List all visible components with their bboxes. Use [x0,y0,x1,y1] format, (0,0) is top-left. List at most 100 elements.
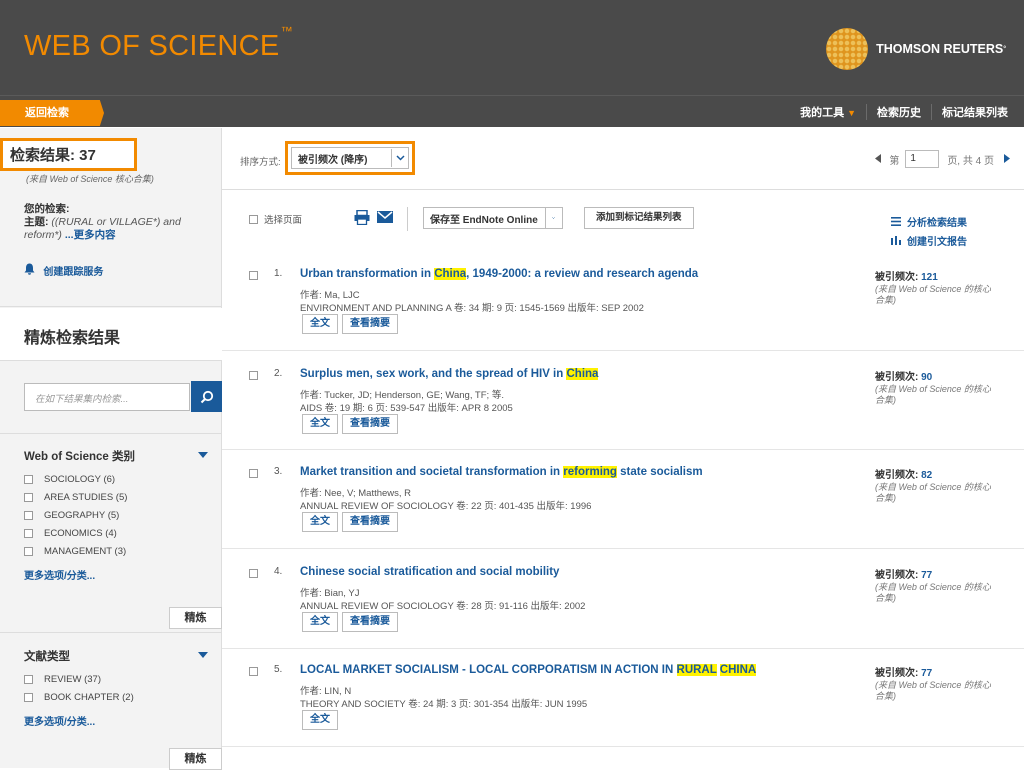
title-text: LOCAL MARKET SOCIALISM - LOCAL CORPORATI… [300,664,677,676]
full-text-button[interactable]: 全文 [302,314,338,334]
search-history-link[interactable]: 检索历史 [866,104,931,120]
logo-tm: ™ [280,24,293,39]
next-page-icon[interactable] [1004,153,1010,165]
result-record: 3. Market transition and societal transf… [222,466,1024,546]
title-text: Market transition and societal transform… [300,466,564,478]
record-authors: 作者: LIN, N [300,686,352,697]
checkbox[interactable] [24,475,33,484]
back-to-search-button[interactable]: 返回检索 [0,100,104,126]
wos-logo[interactable]: WEB OF SCIENCE™ [24,24,293,63]
checkbox[interactable] [24,675,33,684]
pagination: 第 1 页, 共 4 页 [875,150,1010,168]
more-content-link[interactable]: ...更多内容 [65,229,116,241]
collapse-triangle-icon[interactable] [198,652,208,658]
prev-page-icon[interactable] [875,153,882,165]
more-options-link[interactable]: 更多选项/分类... [24,713,198,728]
cited-count-link[interactable]: 77 [921,668,932,679]
refine-search-button[interactable] [191,381,222,412]
select-page[interactable]: 选择页面 [249,212,302,226]
print-icon[interactable] [354,209,370,229]
cited-count-link[interactable]: 77 [921,570,932,581]
email-icon[interactable] [377,210,393,227]
your-search-label: 您的检索: [24,203,70,215]
facet-item[interactable]: SOCIOLOGY (6) [24,474,198,485]
save-endnote-button[interactable]: 保存至 EndNote Online [423,207,563,229]
cited-count-link[interactable]: 82 [921,470,932,481]
checkbox[interactable] [249,271,258,280]
full-text-button[interactable]: 全文 [302,710,338,730]
view-abstract-button[interactable]: 查看摘要 [342,612,398,632]
record-title-link[interactable]: Chinese social stratification and social… [300,566,860,578]
checkbox[interactable] [249,569,258,578]
checkbox[interactable] [249,214,258,224]
save-endnote-label: 保存至 EndNote Online [430,214,538,226]
cited-label: 被引频次: [875,272,922,283]
full-text-button[interactable]: 全文 [302,512,338,532]
more-options-link[interactable]: 更多选项/分类... [24,567,198,582]
facet-item[interactable]: MANAGEMENT (3) [24,546,198,557]
results-toolbar: 选择页面 保存至 EndNote Online 添加到标记结果列表 分析检索结果… [222,190,1024,250]
cited-note: (来自 Web of Science 的核心合集) [875,482,991,503]
divider [222,648,1024,649]
cited-count-link[interactable]: 90 [921,372,932,383]
my-tools-menu[interactable]: 我的工具 ▼ [790,104,866,120]
checkbox[interactable] [24,493,33,502]
full-text-button[interactable]: 全文 [302,612,338,632]
record-title-link[interactable]: Urban transformation in China, 1949-2000… [300,268,860,280]
view-abstract-button[interactable]: 查看摘要 [342,314,398,334]
sort-highlight: 被引频次 (降序) [285,141,415,175]
facet-item[interactable]: GEOGRAPHY (5) [24,510,198,521]
facet-item[interactable]: AREA STUDIES (5) [24,492,198,503]
checkbox[interactable] [24,511,33,520]
citation-report-link[interactable]: 创建引文报告 [891,233,967,252]
logo-text: WEB OF SCIENCE [24,30,280,62]
record-source: THEORY AND SOCIETY 卷: 24 期: 3 页: 301-354… [300,699,588,710]
checkbox[interactable] [249,469,258,478]
divider [222,350,1024,351]
refine-results-heading: 精炼检索结果 [0,308,222,360]
record-title-link[interactable]: Market transition and societal transform… [300,466,860,478]
record-source: ENVIRONMENT AND PLANNING A 卷: 34 期: 9 页:… [300,303,644,314]
refine-button[interactable]: 精炼 [169,748,222,770]
checkbox[interactable] [24,693,33,702]
result-record: 1. Urban transformation in China, 1949-2… [222,268,1024,348]
analyze-results-link[interactable]: 分析检索结果 [891,214,967,233]
facet-item[interactable]: REVIEW (37) [24,674,198,685]
facet-item[interactable]: BOOK CHAPTER (2) [24,692,198,703]
chevron-down-icon[interactable] [544,208,562,228]
result-record: 5. LOCAL MARKET SOCIALISM - LOCAL CORPOR… [222,664,1024,744]
add-to-marked-list-button[interactable]: 添加到标记结果列表 [584,207,694,229]
left-panel: 检索结果: 37 (来自 Web of Science 核心合集) 您的检索: … [0,128,222,770]
collapse-triangle-icon[interactable] [198,452,208,458]
checkbox[interactable] [249,371,258,380]
refine-button[interactable]: 精炼 [169,607,222,629]
title-text: state socialism [616,466,703,478]
checkbox[interactable] [24,529,33,538]
page-prefix: 第 [889,155,900,167]
facet-item-label: ECONOMICS (4) [44,528,117,539]
page-number-input[interactable]: 1 [905,150,940,168]
checkbox[interactable] [249,667,258,676]
record-title-link[interactable]: Surplus men, sex work, and the spread of… [300,368,860,380]
record-authors: 作者: Nee, V; Matthews, R [300,488,412,499]
view-abstract-button[interactable]: 查看摘要 [342,414,398,434]
create-alert-link[interactable]: 创建跟踪服务 [24,263,103,278]
checkbox[interactable] [24,547,33,556]
create-alert-label: 创建跟踪服务 [43,267,104,278]
facet-item[interactable]: ECONOMICS (4) [24,528,198,539]
cited-count-link[interactable]: 121 [921,272,938,283]
marked-list-link[interactable]: 标记结果列表 [931,104,1018,120]
record-title-link[interactable]: LOCAL MARKET SOCIALISM - LOCAL CORPORATI… [300,664,860,676]
record-source: ANNUAL REVIEW OF SOCIOLOGY 卷: 22 页: 401-… [300,501,592,512]
title-text: Surplus men, sex work, and the spread of… [300,368,567,380]
search-icon [200,390,213,403]
cited-label: 被引频次: [875,372,922,383]
record-buttons: 全文 查看摘要 [302,512,402,532]
record-source: AIDS 卷: 19 期: 6 页: 539-547 出版年: APR 8 20… [300,403,513,414]
view-abstract-button[interactable]: 查看摘要 [342,512,398,532]
facet-item-label: AREA STUDIES (5) [44,492,128,503]
refine-search-input[interactable]: 在如下结果集内检索... [24,383,190,411]
title-text: Chinese social stratification and social… [300,566,560,578]
full-text-button[interactable]: 全文 [302,414,338,434]
sort-select[interactable]: 被引频次 (降序) [291,147,409,169]
